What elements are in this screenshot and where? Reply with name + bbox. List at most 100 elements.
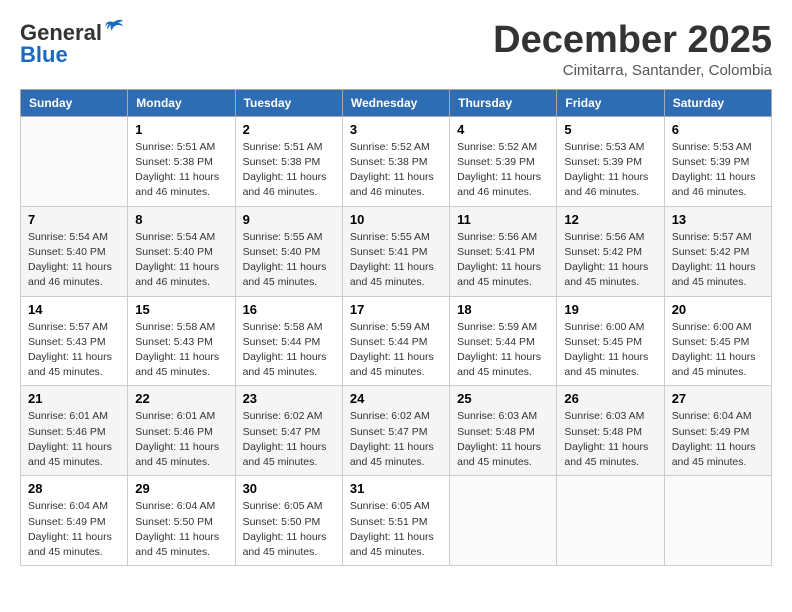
day-info: Sunrise: 5:56 AMSunset: 5:41 PMDaylight:… [457,230,549,291]
subtitle: Cimitarra, Santander, Colombia [493,62,772,79]
column-header-wednesday: Wednesday [342,89,449,116]
day-info: Sunrise: 5:54 AMSunset: 5:40 PMDaylight:… [135,230,227,291]
column-header-thursday: Thursday [450,89,557,116]
day-info: Sunrise: 5:58 AMSunset: 5:44 PMDaylight:… [243,320,335,381]
calendar-cell [664,476,771,566]
calendar-cell: 22 Sunrise: 6:01 AMSunset: 5:46 PMDayligh… [128,386,235,476]
calendar-cell: 24 Sunrise: 6:02 AMSunset: 5:47 PMDayligh… [342,386,449,476]
header-row: SundayMondayTuesdayWednesdayThursdayFrid… [21,89,772,116]
calendar-cell: 18Sunrise: 5:59 AMSunset: 5:44 PMDayligh… [450,296,557,386]
day-number: 15 [135,302,227,317]
calendar-cell: 16 Sunrise: 5:58 AMSunset: 5:44 PMDayligh… [235,296,342,386]
day-info: Sunrise: 6:03 AMSunset: 5:48 PMDaylight:… [564,409,656,470]
week-row-5: 28Sunrise: 6:04 AMSunset: 5:49 PMDayligh… [21,476,772,566]
calendar-cell: 17 Sunrise: 5:59 AMSunset: 5:44 PMDayligh… [342,296,449,386]
calendar-cell: 23 Sunrise: 6:02 AMSunset: 5:47 PMDayligh… [235,386,342,476]
day-info: Sunrise: 5:59 AMSunset: 5:44 PMDaylight:… [350,320,442,381]
logo-bird-icon [103,18,125,40]
calendar-cell: 25 Sunrise: 6:03 AMSunset: 5:48 PMDayligh… [450,386,557,476]
day-number: 7 [28,212,120,227]
day-info: Sunrise: 6:04 AMSunset: 5:49 PMDaylight:… [672,409,764,470]
day-number: 27 [672,391,764,406]
day-number: 11 [457,212,549,227]
day-number: 1 [135,122,227,137]
calendar-cell: 10Sunrise: 5:55 AMSunset: 5:41 PMDayligh… [342,206,449,296]
header: General Blue December 2025 Cimitarra, Sa… [20,20,772,79]
day-info: Sunrise: 5:52 AMSunset: 5:38 PMDaylight:… [350,140,442,201]
day-info: Sunrise: 6:04 AMSunset: 5:50 PMDaylight:… [135,499,227,560]
day-info: Sunrise: 5:54 AMSunset: 5:40 PMDaylight:… [28,230,120,291]
day-number: 20 [672,302,764,317]
day-info: Sunrise: 5:57 AMSunset: 5:43 PMDaylight:… [28,320,120,381]
day-number: 12 [564,212,656,227]
day-info: Sunrise: 5:51 AMSunset: 5:38 PMDaylight:… [243,140,335,201]
day-number: 28 [28,481,120,496]
day-info: Sunrise: 6:02 AMSunset: 5:47 PMDaylight:… [243,409,335,470]
day-number: 3 [350,122,442,137]
calendar-cell: 29 Sunrise: 6:04 AMSunset: 5:50 PMDayligh… [128,476,235,566]
column-header-friday: Friday [557,89,664,116]
calendar-cell: 6 Sunrise: 5:53 AMSunset: 5:39 PMDaylight… [664,116,771,206]
calendar-cell [450,476,557,566]
day-info: Sunrise: 6:05 AMSunset: 5:51 PMDaylight:… [350,499,442,560]
calendar-cell: 2 Sunrise: 5:51 AMSunset: 5:38 PMDaylight… [235,116,342,206]
title-area: December 2025 Cimitarra, Santander, Colo… [493,20,772,79]
calendar-cell: 31 Sunrise: 6:05 AMSunset: 5:51 PMDayligh… [342,476,449,566]
calendar-cell: 12Sunrise: 5:56 AMSunset: 5:42 PMDayligh… [557,206,664,296]
day-number: 21 [28,391,120,406]
day-number: 26 [564,391,656,406]
calendar-table: SundayMondayTuesdayWednesdayThursdayFrid… [20,89,772,566]
day-number: 22 [135,391,227,406]
calendar-cell: 15 Sunrise: 5:58 AMSunset: 5:43 PMDayligh… [128,296,235,386]
day-number: 31 [350,481,442,496]
day-number: 10 [350,212,442,227]
calendar-cell: 4 Sunrise: 5:52 AMSunset: 5:39 PMDaylight… [450,116,557,206]
day-info: Sunrise: 6:01 AMSunset: 5:46 PMDaylight:… [135,409,227,470]
day-info: Sunrise: 5:51 AMSunset: 5:38 PMDaylight:… [135,140,227,201]
calendar-cell: 26 Sunrise: 6:03 AMSunset: 5:48 PMDayligh… [557,386,664,476]
logo: General Blue [20,20,125,68]
day-number: 18 [457,302,549,317]
day-number: 24 [350,391,442,406]
day-info: Sunrise: 6:05 AMSunset: 5:50 PMDaylight:… [243,499,335,560]
day-info: Sunrise: 5:53 AMSunset: 5:39 PMDaylight:… [672,140,764,201]
day-number: 4 [457,122,549,137]
day-number: 17 [350,302,442,317]
calendar-cell: 11 Sunrise: 5:56 AMSunset: 5:41 PMDayligh… [450,206,557,296]
logo-blue: Blue [20,42,68,68]
day-number: 2 [243,122,335,137]
calendar-cell: 19Sunrise: 6:00 AMSunset: 5:45 PMDayligh… [557,296,664,386]
calendar-cell: 27 Sunrise: 6:04 AMSunset: 5:49 PMDayligh… [664,386,771,476]
column-header-saturday: Saturday [664,89,771,116]
day-number: 19 [564,302,656,317]
day-number: 6 [672,122,764,137]
day-number: 23 [243,391,335,406]
calendar-cell: 5Sunrise: 5:53 AMSunset: 5:39 PMDaylight… [557,116,664,206]
day-info: Sunrise: 5:58 AMSunset: 5:43 PMDaylight:… [135,320,227,381]
calendar-cell: 30Sunrise: 6:05 AMSunset: 5:50 PMDayligh… [235,476,342,566]
calendar-cell: 9Sunrise: 5:55 AMSunset: 5:40 PMDaylight… [235,206,342,296]
day-number: 29 [135,481,227,496]
calendar-cell: 13Sunrise: 5:57 AMSunset: 5:42 PMDayligh… [664,206,771,296]
week-row-3: 14 Sunrise: 5:57 AMSunset: 5:43 PMDayligh… [21,296,772,386]
month-title: December 2025 [493,20,772,62]
day-info: Sunrise: 5:57 AMSunset: 5:42 PMDaylight:… [672,230,764,291]
day-number: 16 [243,302,335,317]
calendar-cell: 20 Sunrise: 6:00 AMSunset: 5:45 PMDayligh… [664,296,771,386]
day-info: Sunrise: 6:00 AMSunset: 5:45 PMDaylight:… [672,320,764,381]
calendar-cell: 28Sunrise: 6:04 AMSunset: 5:49 PMDayligh… [21,476,128,566]
day-info: Sunrise: 6:03 AMSunset: 5:48 PMDaylight:… [457,409,549,470]
calendar-cell: 21 Sunrise: 6:01 AMSunset: 5:46 PMDayligh… [21,386,128,476]
calendar-cell: 1 Sunrise: 5:51 AMSunset: 5:38 PMDaylight… [128,116,235,206]
calendar-cell: 14 Sunrise: 5:57 AMSunset: 5:43 PMDayligh… [21,296,128,386]
calendar-cell [21,116,128,206]
day-number: 5 [564,122,656,137]
day-info: Sunrise: 5:52 AMSunset: 5:39 PMDaylight:… [457,140,549,201]
day-info: Sunrise: 6:01 AMSunset: 5:46 PMDaylight:… [28,409,120,470]
day-number: 25 [457,391,549,406]
calendar-cell: 8Sunrise: 5:54 AMSunset: 5:40 PMDaylight… [128,206,235,296]
day-number: 9 [243,212,335,227]
calendar-cell: 7 Sunrise: 5:54 AMSunset: 5:40 PMDaylight… [21,206,128,296]
day-number: 14 [28,302,120,317]
day-info: Sunrise: 6:02 AMSunset: 5:47 PMDaylight:… [350,409,442,470]
